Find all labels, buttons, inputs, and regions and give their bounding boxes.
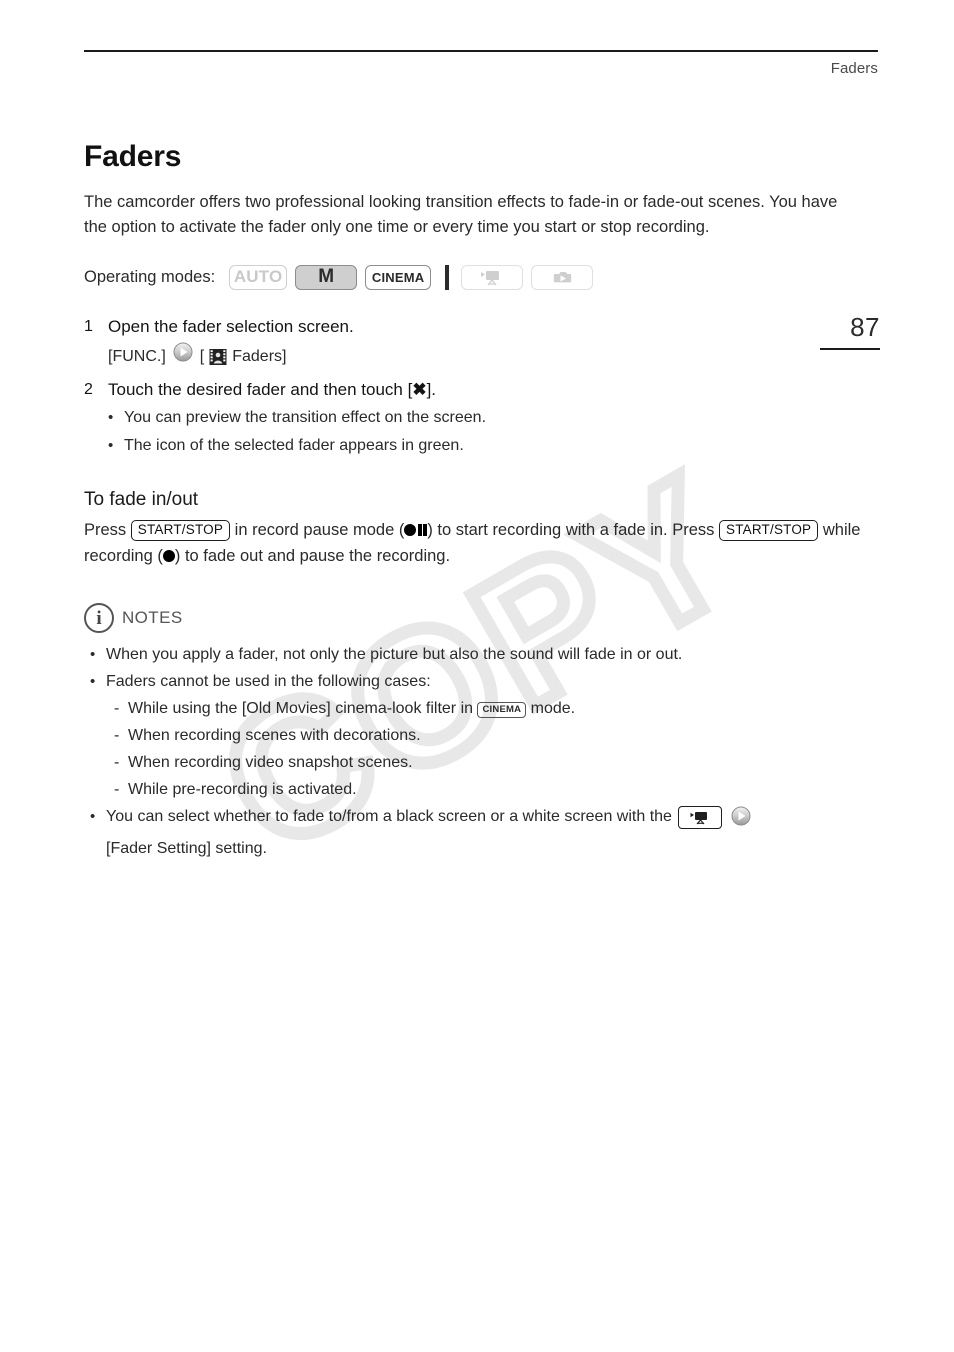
list-item: Faders cannot be used in the following c… xyxy=(90,668,884,803)
list-item: You can preview the transition effect on… xyxy=(108,405,884,431)
running-header-title: Faders xyxy=(830,60,878,77)
record-text-after: ) to fade out and pause the recording. xyxy=(174,547,451,565)
arrow-right-circle-icon xyxy=(173,342,193,371)
record-dot-shape xyxy=(404,524,417,536)
page-content: Faders The camcorder offers two professi… xyxy=(84,140,884,862)
operating-modes-label: Operating modes: xyxy=(84,267,216,286)
info-circle-icon: i xyxy=(84,603,114,633)
mode-divider xyxy=(445,264,450,290)
start-stop-key-1[interactable]: START/STOP xyxy=(130,520,231,541)
notes-item-2-text: Faders cannot be used in the following c… xyxy=(106,673,431,690)
list-item: You can select whether to fade to/from a… xyxy=(90,803,884,862)
menu-bracket-open: [ xyxy=(199,347,205,365)
list-item: When recording scenes with decorations. xyxy=(114,722,884,749)
record-pause-text-before: in record pause mode ( xyxy=(234,521,405,539)
menu-faders-label[interactable]: Faders] xyxy=(232,344,286,370)
press-label: Press xyxy=(84,521,127,539)
mode-badge-manual[interactable]: M xyxy=(295,264,358,290)
arrow-right-circle-icon xyxy=(731,806,751,835)
record-dot-shape xyxy=(162,550,175,562)
step-1: 1 Open the fader selection screen. xyxy=(84,314,884,340)
start-stop-key-2[interactable]: START/STOP xyxy=(718,520,819,541)
intro-paragraph: The camcorder offers two professional lo… xyxy=(84,193,838,236)
step-2: 2 Touch the desired fader and then touch… xyxy=(84,377,884,403)
pause-bar-shape xyxy=(417,524,422,536)
menu-func-label[interactable]: [FUNC.] xyxy=(108,344,166,370)
mode-badge-auto[interactable]: AUTO xyxy=(229,264,288,290)
mode-badge-movie-playback[interactable] xyxy=(461,264,524,290)
record-dot-icon xyxy=(162,550,175,562)
mode-badge-photo-playback[interactable] xyxy=(531,264,594,290)
list-item: While using the [Old Movies] cinema-look… xyxy=(114,695,884,722)
list-item: The icon of the selected fader appears i… xyxy=(108,433,884,459)
notes-list: When you apply a fader, not only the pic… xyxy=(84,641,884,862)
sub-text-after: mode. xyxy=(530,700,576,717)
subsection-heading: To fade in/out xyxy=(84,489,199,510)
notes-item-3-after: [Fader Setting] setting. xyxy=(106,840,267,857)
notes-header: i NOTES xyxy=(84,603,884,633)
sub-text-before: While using the [Old Movies] cinema-look… xyxy=(128,700,474,717)
photo-playback-icon xyxy=(553,271,572,282)
record-pause-text-after: ) to start recording with a fade in. Pre… xyxy=(427,521,715,539)
header-rule xyxy=(84,50,878,52)
notes-item-3-before: You can select whether to fade to/from a… xyxy=(106,808,672,825)
notes-sublist: While using the [Old Movies] cinema-look… xyxy=(106,695,884,803)
record-pause-icon xyxy=(404,524,428,536)
notes-label: NOTES xyxy=(122,608,183,627)
operating-modes-row: Operating modes: AUTO M CINEMA xyxy=(84,262,884,292)
camcorder-playback-icon xyxy=(481,270,500,285)
list-item: While pre-recording is activated. xyxy=(114,776,884,803)
page-title: Faders xyxy=(84,140,182,173)
step-2-text: Touch the desired fader and then touch [… xyxy=(108,377,884,403)
mode-badge-cinema[interactable]: CINEMA xyxy=(365,264,432,290)
step-1-menu-path: [FUNC.] [Faders] xyxy=(108,342,884,371)
step-2-number: 2 xyxy=(84,381,93,398)
camcorder-menu-icon xyxy=(678,806,723,829)
cinema-mode-badge: CINEMA xyxy=(477,702,527,718)
step-1-text: Open the fader selection screen. xyxy=(108,317,354,336)
step-2-bullets: You can preview the transition effect on… xyxy=(84,405,884,459)
step-1-number: 1 xyxy=(84,318,93,335)
document-page: COPY Faders 87 Faders The camcorder offe… xyxy=(0,0,954,1352)
list-item: When you apply a fader, not only the pic… xyxy=(90,641,884,668)
step-2-text-after: ]. xyxy=(426,380,437,399)
fader-filmstrip-icon xyxy=(209,348,227,366)
close-x-icon: ✖ xyxy=(412,380,427,399)
step-2-text-before: Touch the desired fader and then touch [ xyxy=(108,380,413,399)
list-item: When recording video snapshot scenes. xyxy=(114,749,884,776)
subsection-paragraph: Press START/STOP in record pause mode ()… xyxy=(84,517,874,569)
